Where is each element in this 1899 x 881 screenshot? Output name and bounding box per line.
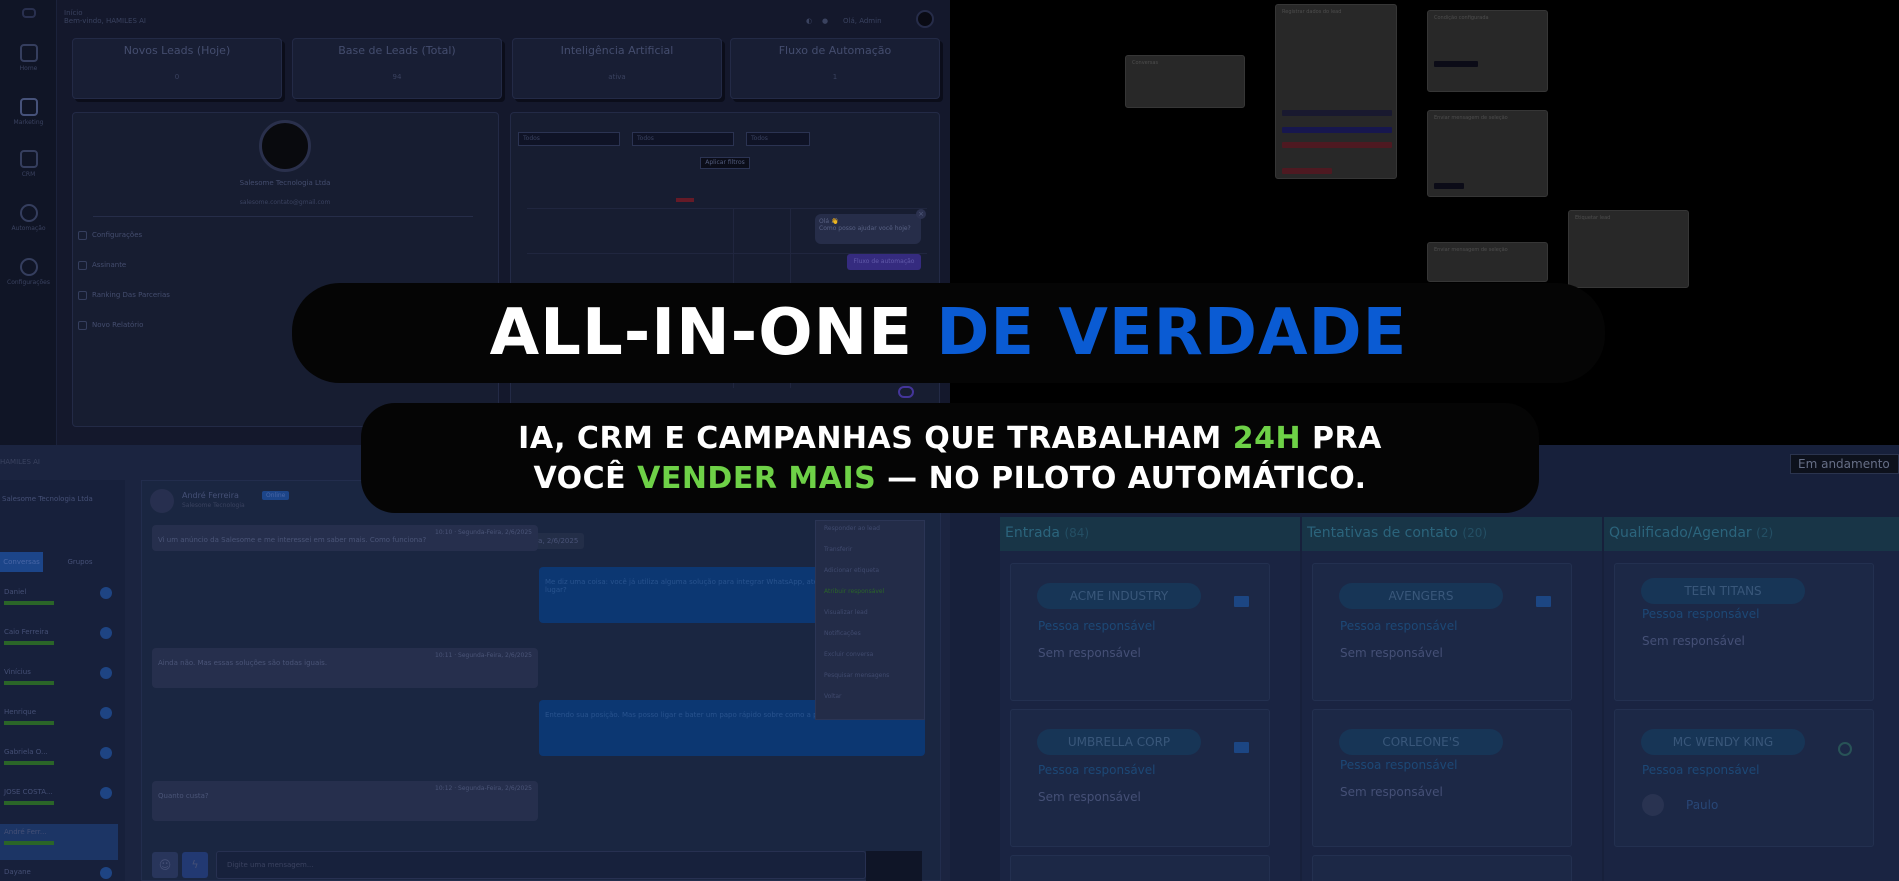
subheadline-banner: IA, CRM E CAMPANHAS QUE TRABALHAM 24H PR… [361, 403, 1539, 513]
headline-blue: DE VERDADE [936, 296, 1408, 370]
subheadline-highlight: 24H [1232, 421, 1302, 456]
headline-banner: ALL-IN-ONE DE VERDADE [292, 283, 1605, 383]
subheadline-line-2: VOCÊ VENDER MAIS — NO PILOTO AUTOMÁTICO. [361, 461, 1539, 496]
headline-white: ALL-IN-ONE [489, 296, 913, 370]
subheadline-text: IA, CRM E CAMPANHAS QUE TRABALHAM [518, 421, 1233, 456]
subheadline-text: VOCÊ [533, 461, 638, 496]
subheadline-text: PRA [1301, 421, 1382, 456]
subheadline-line-1: IA, CRM E CAMPANHAS QUE TRABALHAM 24H PR… [361, 421, 1539, 456]
subheadline-highlight: VENDER MAIS [637, 461, 877, 496]
subheadline-text: — NO PILOTO AUTOMÁTICO. [876, 461, 1367, 496]
headline: ALL-IN-ONE DE VERDADE [292, 283, 1605, 383]
